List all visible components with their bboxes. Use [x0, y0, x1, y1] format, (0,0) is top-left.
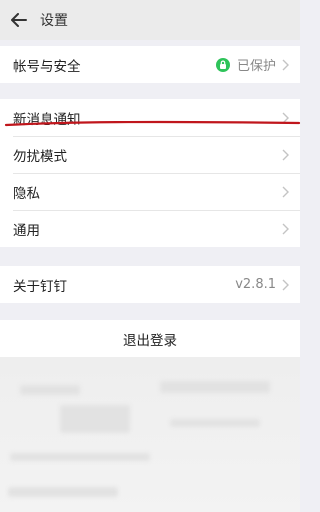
logout-group: 退出登录	[0, 320, 300, 357]
version-text: v2.8.1	[235, 277, 276, 292]
about-group: 关于钉钉 v2.8.1	[0, 266, 300, 303]
lock-icon	[215, 57, 230, 72]
new-message-notification-item[interactable]: 新消息通知	[0, 99, 300, 136]
chevron-right-icon	[282, 186, 290, 198]
new-message-notification-label: 新消息通知	[13, 111, 81, 128]
about-label: 关于钉钉	[13, 278, 67, 295]
arrow-left-icon	[11, 13, 27, 27]
privacy-label: 隐私	[13, 185, 40, 202]
general-label: 通用	[13, 222, 40, 239]
back-button[interactable]	[0, 0, 38, 40]
chevron-right-icon	[282, 223, 290, 235]
account-security-item[interactable]: 帐号与安全 已保护	[0, 46, 300, 83]
general-item[interactable]: 通用	[0, 210, 300, 247]
privacy-item[interactable]: 隐私	[0, 173, 300, 210]
page-title: 设置	[40, 13, 68, 29]
blurred-background	[0, 357, 300, 512]
chevron-right-icon	[282, 59, 290, 71]
account-group: 帐号与安全 已保护	[0, 46, 300, 83]
settings-group: 新消息通知 勿扰模式 隐私 通用	[0, 99, 300, 247]
chevron-right-icon	[282, 279, 290, 291]
do-not-disturb-label: 勿扰模式	[13, 148, 67, 165]
do-not-disturb-item[interactable]: 勿扰模式	[0, 136, 300, 173]
account-security-label: 帐号与安全	[13, 58, 81, 75]
chevron-right-icon	[282, 149, 290, 161]
top-bar: 设置	[0, 0, 300, 40]
about-item[interactable]: 关于钉钉 v2.8.1	[0, 266, 300, 303]
logout-button[interactable]: 退出登录	[0, 320, 300, 357]
protection-status: 已保护	[236, 59, 276, 74]
chevron-right-icon	[282, 112, 290, 124]
